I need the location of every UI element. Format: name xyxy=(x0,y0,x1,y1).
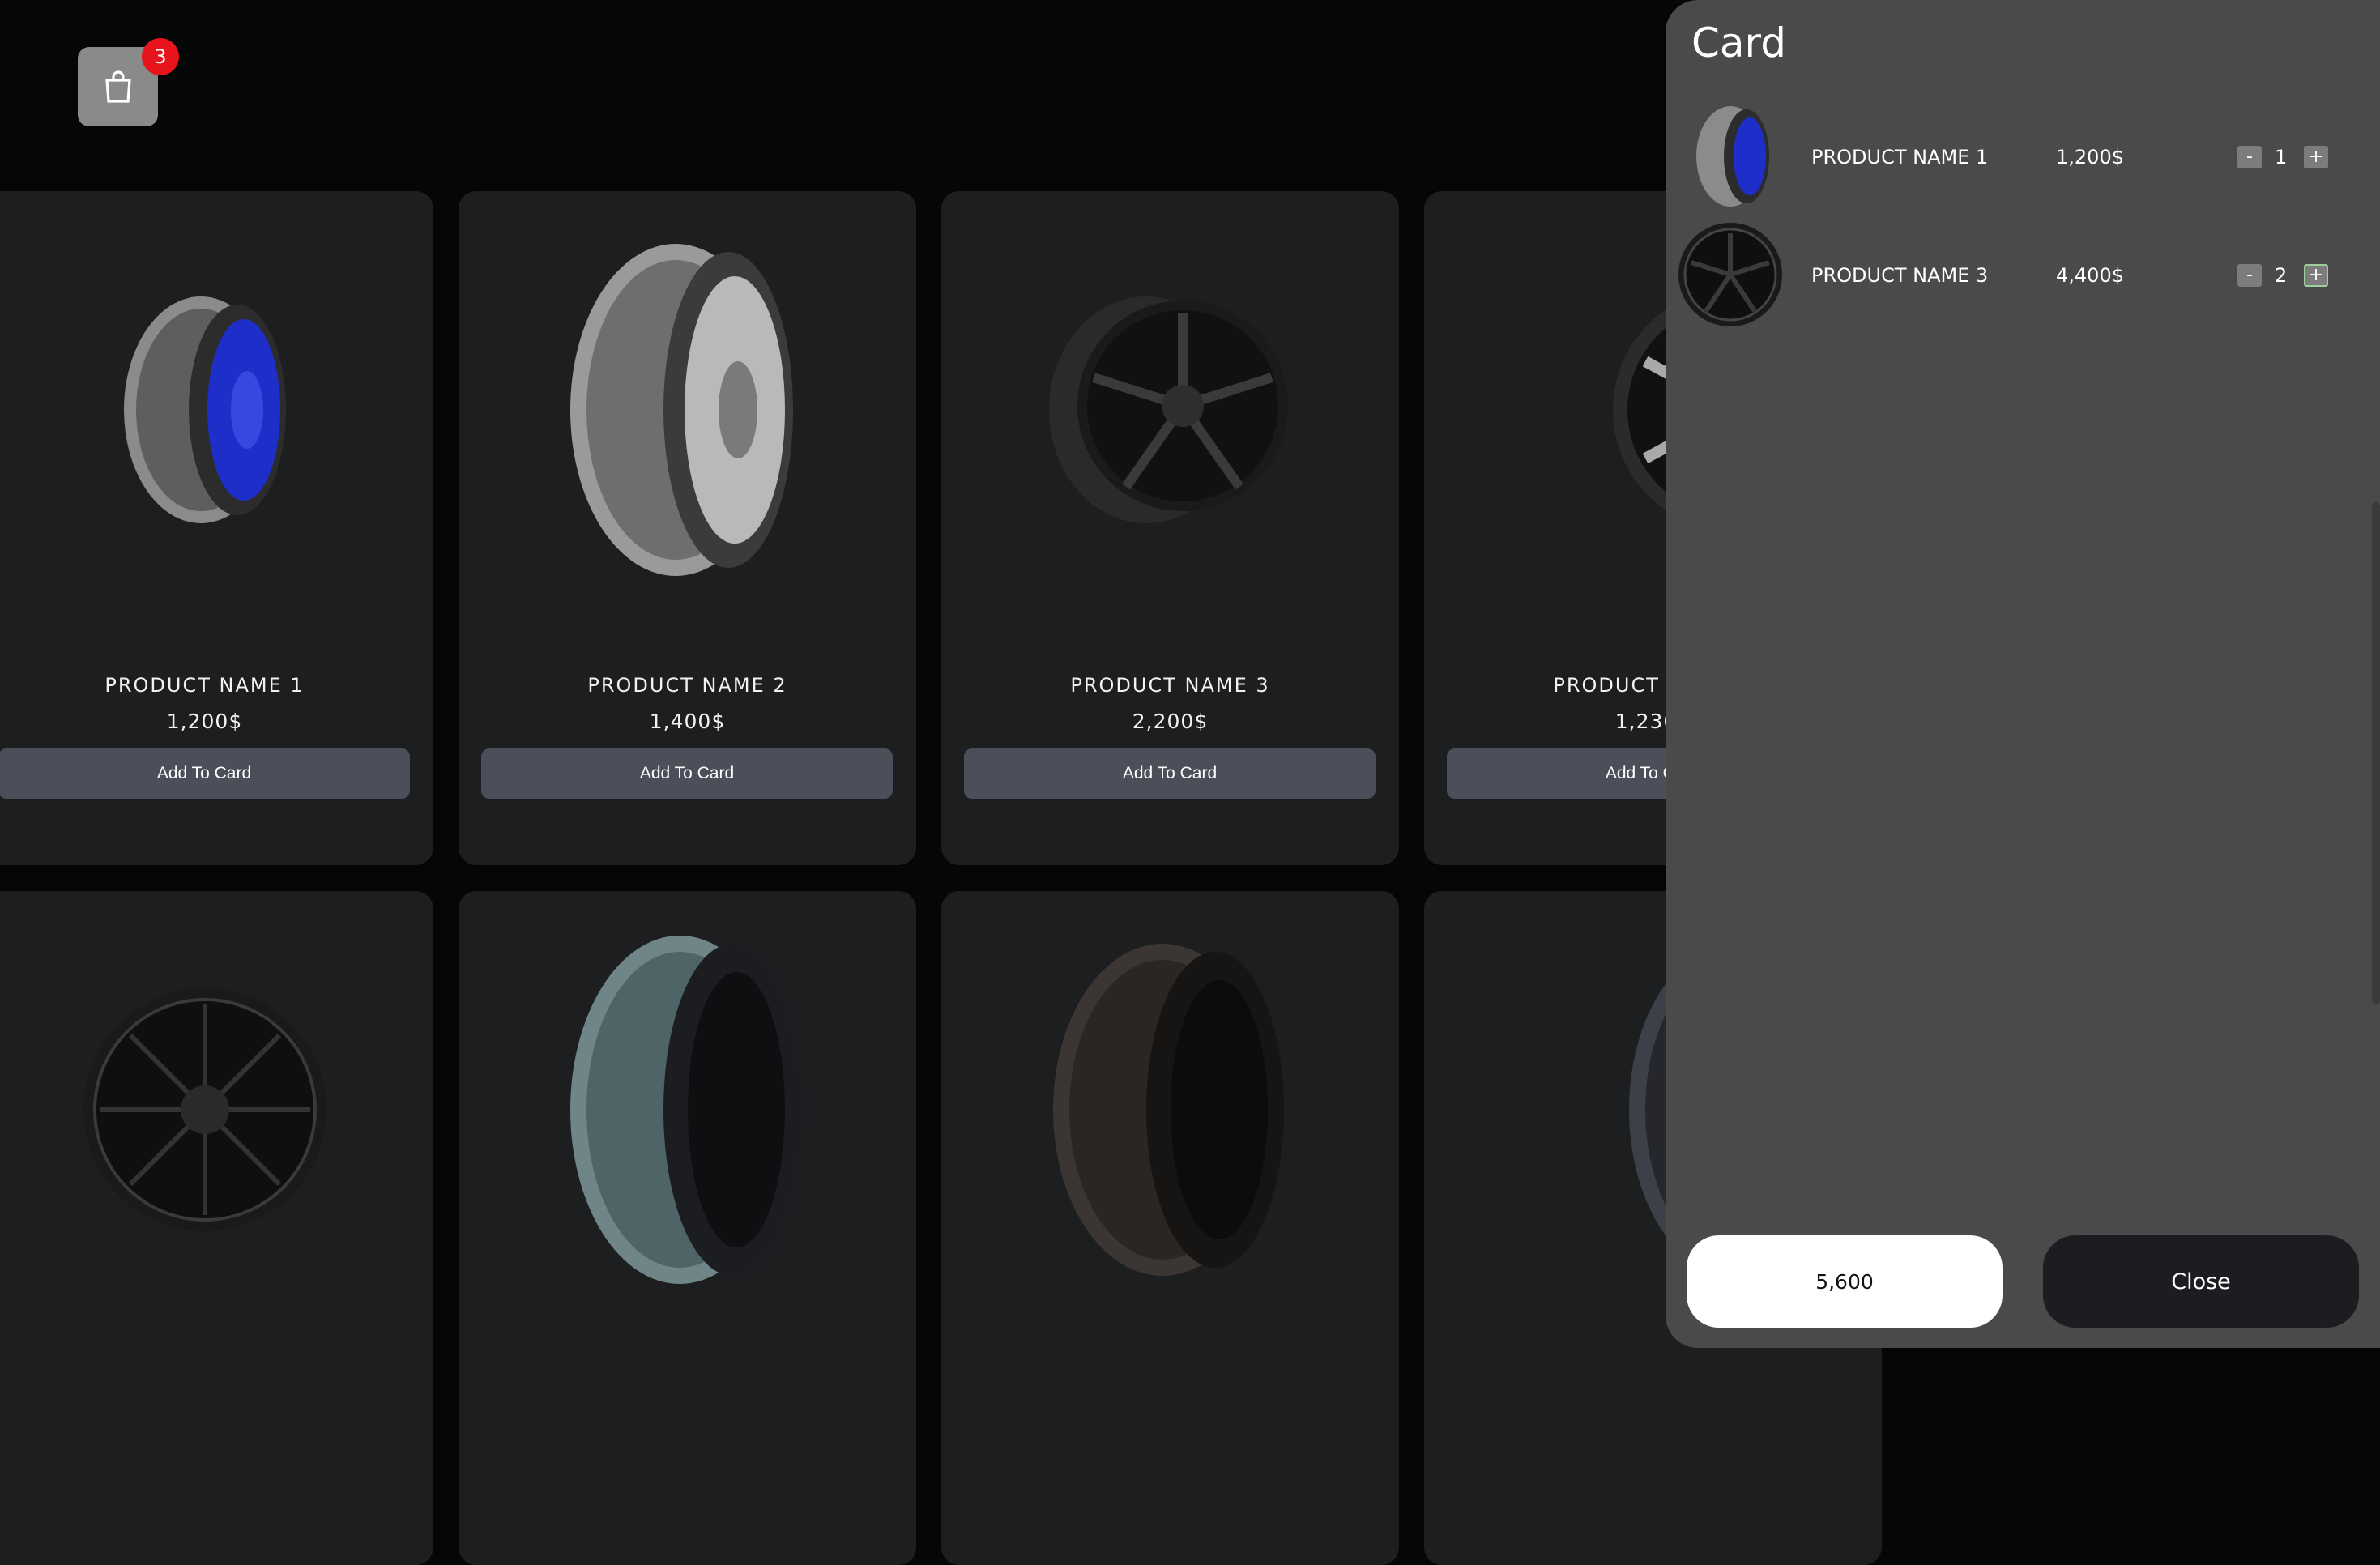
add-to-card-button[interactable]: Add To Card xyxy=(481,748,893,799)
add-to-card-button[interactable]: Add To Card xyxy=(0,748,410,799)
product-image xyxy=(941,224,1399,596)
product-card xyxy=(941,891,1399,1565)
product-name: PRODUCT NAME 1 xyxy=(104,674,305,697)
cart-item-image xyxy=(1678,223,1782,326)
product-price: 1,200$ xyxy=(166,710,243,733)
cart-item-price: 1,200$ xyxy=(2056,146,2124,168)
product-card: PRODUCT NAME 3 2,200$ Add To Card xyxy=(941,191,1399,865)
close-button[interactable]: Close xyxy=(2043,1235,2359,1328)
product-card xyxy=(459,891,916,1565)
product-name: PRODUCT NAME 2 xyxy=(587,674,787,697)
product-price: 2,200$ xyxy=(1132,710,1209,733)
product-image xyxy=(459,224,916,596)
decrease-quantity-button[interactable]: - xyxy=(2237,264,2262,287)
cart-count-badge: 3 xyxy=(142,38,179,75)
product-price: 1,400$ xyxy=(649,710,726,733)
add-to-card-button[interactable]: Add To Card xyxy=(964,748,1376,799)
increase-quantity-button[interactable]: + xyxy=(2304,264,2328,287)
cart-item-image xyxy=(1696,106,1769,207)
product-image xyxy=(0,923,433,1296)
cart-item-name: PRODUCT NAME 3 xyxy=(1811,264,1989,287)
product-card xyxy=(0,891,433,1565)
product-card: PRODUCT NAME 1 1,200$ Add To Card xyxy=(0,191,433,865)
total-button[interactable]: 5,600 xyxy=(1687,1235,2003,1328)
shopping-bag-icon xyxy=(104,70,131,103)
cart-item-name: PRODUCT NAME 1 xyxy=(1811,146,1989,168)
cart-item: PRODUCT NAME 3 4,400$ - 2 + xyxy=(1666,222,2380,335)
cart-item-quantity: 1 xyxy=(2275,146,2288,168)
product-card: PRODUCT NAME 2 1,400$ Add To Card xyxy=(459,191,916,865)
scrollbar[interactable] xyxy=(2372,502,2380,1004)
product-name: PRODUCT NAME 3 xyxy=(1070,674,1270,697)
cart-item: PRODUCT NAME 1 1,200$ - 1 + xyxy=(1666,104,2380,217)
cart-item-price: 4,400$ xyxy=(2056,264,2124,287)
product-image xyxy=(941,923,1399,1296)
panel-title: Card xyxy=(1691,19,1786,66)
increase-quantity-button[interactable]: + xyxy=(2304,146,2328,168)
product-image xyxy=(0,224,433,596)
cart-panel: Card PRODUCT NAME 1 1,200$ - 1 + PRODUCT… xyxy=(1666,0,2380,1348)
decrease-quantity-button[interactable]: - xyxy=(2237,146,2262,168)
product-image xyxy=(459,923,916,1296)
cart-item-quantity: 2 xyxy=(2275,264,2288,287)
